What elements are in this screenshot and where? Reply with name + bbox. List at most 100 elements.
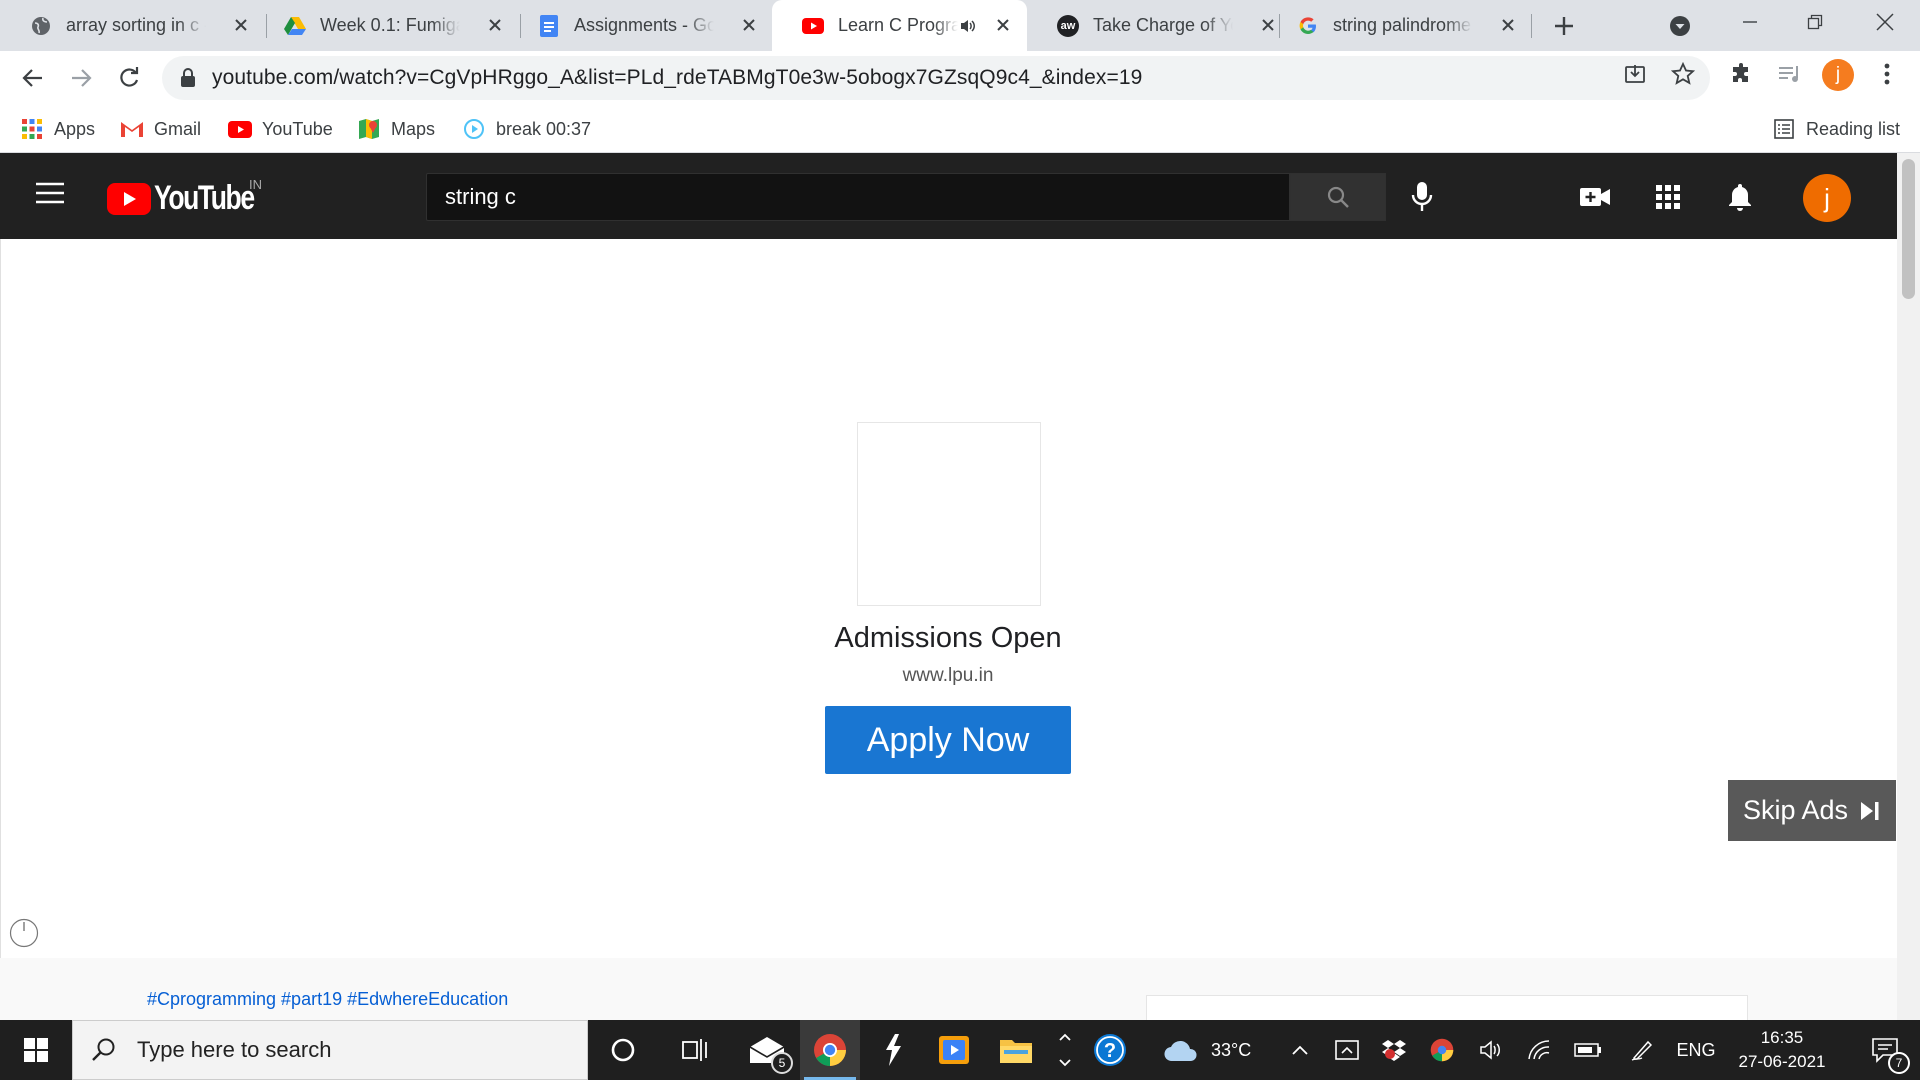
tab-search-icon[interactable]: [1668, 14, 1692, 38]
bookmark-break-timer[interactable]: break 00:37: [462, 115, 591, 143]
voice-search-icon[interactable]: [1404, 179, 1440, 215]
audio-playing-icon[interactable]: [959, 17, 977, 35]
aw-icon: aw: [1057, 14, 1079, 37]
screen-capture-icon[interactable]: [1330, 1020, 1364, 1080]
notification-count: 7: [1888, 1052, 1910, 1074]
youtube-account-avatar[interactable]: j: [1803, 174, 1851, 222]
reading-list-icon: [1772, 117, 1796, 141]
chrome-taskbar-icon[interactable]: [800, 1020, 860, 1080]
tab-learn-c-programming[interactable]: Learn C Programming: [772, 0, 1027, 51]
lock-icon[interactable]: [180, 68, 196, 88]
skip-ads-button[interactable]: Skip Ads: [1728, 780, 1896, 841]
windows-logo-icon: [24, 1038, 48, 1062]
google-docs-icon: [538, 14, 560, 37]
google-drive-icon: [284, 15, 306, 37]
url-text[interactable]: youtube.com/watch?v=CgVpHRggo_A&list=PLd…: [212, 66, 1142, 90]
app-bolt-icon[interactable]: [862, 1020, 922, 1080]
clock-date: 27-06-2021: [1738, 1052, 1826, 1071]
apps-grid-icon: [20, 117, 44, 141]
chrome-menu-icon[interactable]: [1874, 61, 1900, 87]
dropbox-icon[interactable]: [1377, 1020, 1411, 1080]
cortana-icon[interactable]: [593, 1020, 653, 1080]
notifications-bell-icon[interactable]: [1722, 179, 1758, 215]
clock-time: 16:35: [1760, 1028, 1804, 1047]
back-button[interactable]: [15, 60, 51, 96]
weather-widget[interactable]: 33°C: [1163, 1020, 1283, 1080]
close-tab-icon[interactable]: [993, 15, 1013, 35]
media-controls-icon[interactable]: [1777, 61, 1803, 87]
tab-title: Assignments - Google: [574, 15, 714, 35]
profile-avatar[interactable]: j: [1822, 59, 1854, 91]
youtube-logo[interactable]: YouTube IN: [107, 177, 282, 218]
help-app-icon[interactable]: ?: [1088, 1020, 1132, 1080]
volume-icon[interactable]: [1474, 1020, 1508, 1080]
windows-taskbar: Type here to search 5 ? 33°C ENG 16:35 2…: [0, 1020, 1920, 1080]
close-tab-icon[interactable]: [1498, 15, 1518, 35]
tab-title: Take Charge of Your: [1093, 15, 1233, 35]
scrollbar-thumb[interactable]: [1902, 159, 1915, 299]
tab-title: array sorting in c - C: [66, 15, 206, 35]
apps-icon[interactable]: [1650, 179, 1686, 215]
close-tab-icon[interactable]: [231, 15, 251, 35]
mail-badge: 5: [771, 1052, 793, 1074]
show-hidden-icons-chevron-icon[interactable]: [1285, 1020, 1315, 1080]
new-tab-button[interactable]: [1550, 12, 1578, 40]
aw-icon-text: aw: [1060, 19, 1076, 32]
address-bar[interactable]: youtube.com/watch?v=CgVpHRggo_A&list=PLd…: [162, 56, 1710, 100]
input-language-indicator[interactable]: ENG: [1670, 1020, 1722, 1080]
taskbar-scroll-arrows[interactable]: [1050, 1020, 1080, 1080]
close-tab-icon[interactable]: [485, 15, 505, 35]
video-editor-icon[interactable]: [924, 1020, 984, 1080]
youtube-icon: [228, 117, 252, 141]
install-app-icon[interactable]: [1622, 61, 1648, 87]
youtube-search-input[interactable]: string c: [426, 173, 1290, 221]
file-explorer-icon[interactable]: [986, 1020, 1046, 1080]
hamburger-menu-icon[interactable]: [36, 182, 72, 210]
restore-button[interactable]: [1790, 0, 1840, 44]
mail-app-icon[interactable]: 5: [737, 1020, 797, 1080]
close-tab-icon[interactable]: [739, 15, 759, 35]
minimize-button[interactable]: [1725, 0, 1775, 44]
search-query: string c: [445, 184, 516, 209]
youtube-icon: [802, 15, 824, 37]
task-view-icon[interactable]: [665, 1020, 725, 1080]
video-hashtags[interactable]: #Cprogramming #part19 #EdwhereEducation: [147, 989, 508, 1010]
battery-icon[interactable]: [1570, 1020, 1606, 1080]
system-clock[interactable]: 16:35 27-06-2021: [1722, 1026, 1842, 1074]
youtube-search-button[interactable]: [1290, 173, 1386, 221]
reload-button[interactable]: [111, 60, 147, 96]
wifi-icon[interactable]: [1522, 1020, 1556, 1080]
page-scrollbar[interactable]: [1897, 153, 1920, 1020]
start-button[interactable]: [0, 1020, 72, 1080]
action-center-button[interactable]: 7: [1850, 1020, 1920, 1080]
ad-headline[interactable]: Admissions Open: [748, 622, 1148, 655]
bookmark-youtube[interactable]: YouTube: [228, 115, 333, 143]
advertiser-logo[interactable]: [857, 422, 1041, 606]
gmail-icon: [120, 117, 144, 141]
google-g-icon: [1297, 15, 1319, 37]
tab-string-palindrome[interactable]: string palindrome in: [1267, 0, 1532, 51]
tab-week-fumigation[interactable]: Week 0.1: Fumigation: [254, 0, 519, 51]
apply-now-button[interactable]: Apply Now: [825, 706, 1071, 774]
pen-workspace-icon[interactable]: [1625, 1020, 1659, 1080]
tab-title: Week 0.1: Fumigation: [320, 15, 460, 35]
bookmark-apps[interactable]: Apps: [20, 115, 95, 143]
tab-array-sorting[interactable]: array sorting in c - C: [0, 0, 265, 51]
taskbar-search-box[interactable]: Type here to search: [72, 1020, 588, 1080]
create-video-icon[interactable]: [1577, 179, 1613, 215]
close-window-button[interactable]: [1860, 0, 1910, 44]
tab-title: string palindrome in: [1333, 15, 1473, 35]
ad-display-url[interactable]: www.lpu.in: [748, 665, 1148, 687]
bookmark-star-icon[interactable]: [1670, 61, 1696, 87]
forward-button[interactable]: [63, 60, 99, 96]
bookmark-maps[interactable]: Maps: [357, 115, 435, 143]
bookmark-label: YouTube: [262, 118, 333, 139]
reading-list-label: Reading list: [1806, 118, 1901, 139]
tab-assignments[interactable]: Assignments - Google: [508, 0, 773, 51]
extensions-icon[interactable]: [1729, 61, 1755, 87]
chrome-tray-icon[interactable]: [1425, 1020, 1459, 1080]
reading-list[interactable]: Reading list: [1772, 115, 1900, 143]
bookmark-gmail[interactable]: Gmail: [120, 115, 201, 143]
tab-take-charge[interactable]: aw Take Charge of Your: [1027, 0, 1292, 51]
language-label: ENG: [1676, 1039, 1716, 1060]
